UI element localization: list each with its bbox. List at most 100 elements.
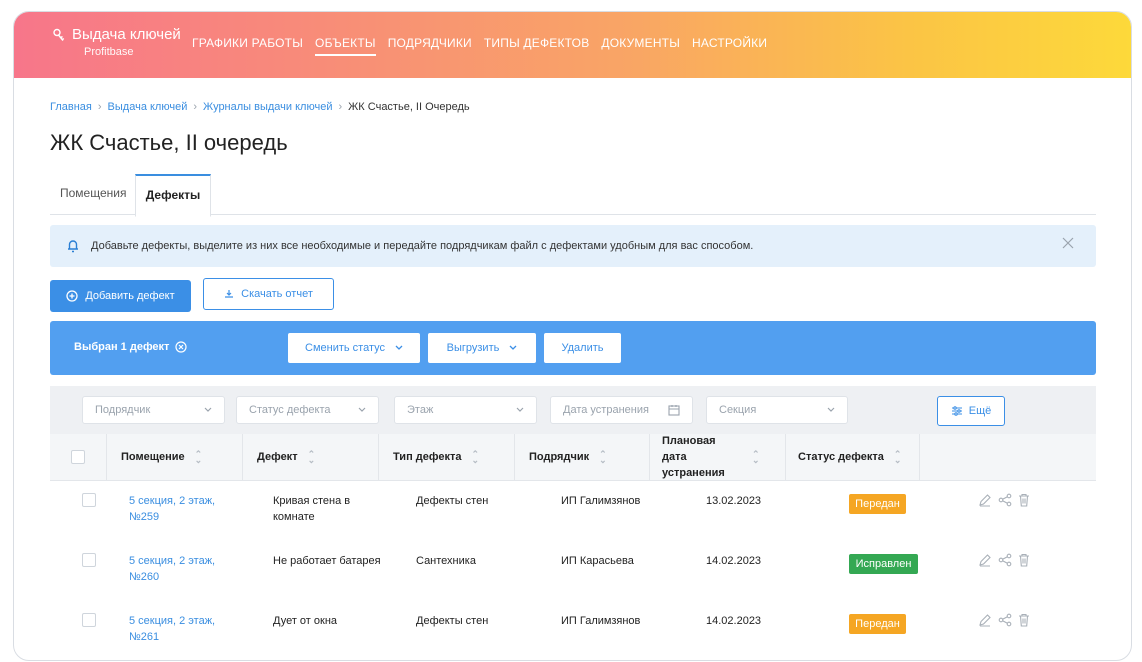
download-report-button[interactable]: Скачать отчет [203,278,334,310]
plus-circle-icon [66,290,78,302]
date-filter[interactable]: Дата устранения [550,396,693,424]
date-cell: 13.02.2023 [706,495,762,507]
row-checkbox[interactable] [82,553,96,567]
date-cell: 14.02.2023 [706,555,762,567]
chevron-right-icon: › [193,101,198,113]
add-defect-button[interactable]: Добавить дефект [50,280,191,312]
type-cell: Сантехника [416,555,476,567]
row-actions [978,613,1030,627]
trash-icon[interactable] [1018,553,1030,567]
contractor-cell: ИП Галимзянов [561,615,641,627]
table-row[interactable]: 5 секция, 2 этаж, №261 Дует от окна Дефе… [50,601,1096,660]
status-badge: Передан [849,614,906,634]
nav-item-schedules[interactable]: ГРАФИКИ РАБОТЫ [192,36,303,56]
table-row[interactable]: 5 секция, 2 этаж, №260 Не работает батар… [50,541,1096,602]
trash-icon[interactable] [1018,613,1030,627]
sort-icon: ⌃ ⌄ [893,449,902,465]
sort-icon: ⌃ ⌄ [599,449,607,465]
clear-selection-icon[interactable] [175,341,188,353]
change-status-button[interactable]: Сменить статус [288,333,420,363]
sort-icon: ⌃ ⌄ [307,449,316,465]
date-cell: 14.02.2023 [706,615,762,627]
export-button[interactable]: Выгрузить [428,333,536,363]
row-checkbox[interactable] [82,613,96,627]
row-actions [978,493,1030,507]
add-defect-label: Добавить дефект [85,290,175,302]
room-link[interactable]: 5 секция, 2 этаж, №259 [129,493,239,525]
edit-icon[interactable] [978,613,992,627]
tab-premises[interactable]: Помещения [60,186,126,200]
info-alert: Добавьте дефекты, выделите из них все не… [50,225,1096,267]
col-header-contractor[interactable]: Подрядчик ⌃ ⌄ [515,434,650,480]
nav-item-objects[interactable]: ОБЪЕКТЫ [315,36,376,56]
export-label: Выгрузить [446,342,500,354]
sliders-icon [951,406,963,416]
chevron-down-icon [204,407,212,413]
more-filters-button[interactable]: Ещё [937,396,1005,426]
share-icon[interactable] [998,493,1012,507]
select-all-checkbox[interactable] [71,450,85,464]
edit-icon[interactable] [978,493,992,507]
chevron-down-icon [509,345,517,351]
app-logo[interactable]: Выдача ключей Profitbase [52,26,181,58]
col-header-room-label: Помещение [121,451,185,463]
app-window: Выдача ключей Profitbase ГРАФИКИ РАБОТЫ … [13,11,1132,661]
contractor-cell: ИП Карасьева [561,555,634,567]
more-filters-label: Ещё [968,405,992,417]
trash-icon[interactable] [1018,493,1030,507]
alert-text: Добавьте дефекты, выделите из них все не… [91,240,754,252]
page-title: ЖК Счастье, II очередь [50,130,288,155]
status-filter[interactable]: Статус дефекта [236,396,379,424]
select-all-cell [50,434,107,480]
defect-cell: Не работает батарея [273,555,381,567]
col-header-date[interactable]: Плановая дата устранения ⌃ ⌄ [650,434,786,480]
col-header-type[interactable]: Тип дефекта ⌃ ⌄ [379,434,515,480]
contractor-filter[interactable]: Подрядчик [82,396,225,424]
section-filter[interactable]: Секция [706,396,848,424]
selection-label: Выбран 1 дефект [74,341,170,353]
nav-item-settings[interactable]: НАСТРОЙКИ [692,36,767,56]
share-icon[interactable] [998,613,1012,627]
chevron-right-icon: › [97,101,102,113]
nav-item-contractors[interactable]: ПОДРЯДЧИКИ [388,36,472,56]
selection-count: Выбран 1 дефект [74,341,188,353]
keys-icon [52,28,66,42]
tab-bar: Помещения Дефекты [50,174,1096,217]
defect-cell: Дует от окна [273,615,338,627]
nav-item-defect-types[interactable]: ТИПЫ ДЕФЕКТОВ [484,36,590,56]
tab-defects[interactable]: Дефекты [135,174,211,217]
status-filter-placeholder: Статус дефекта [249,404,331,416]
close-icon[interactable] [1062,237,1074,249]
col-header-contractor-label: Подрядчик [529,451,590,463]
breadcrumb: Главная › Выдача ключей › Журналы выдачи… [50,101,470,113]
chevron-right-icon: › [338,101,343,113]
breadcrumb-journals[interactable]: Журналы выдачи ключей [203,101,332,113]
floor-filter[interactable]: Этаж [394,396,537,424]
sort-icon: ⌃ ⌄ [752,449,760,465]
table-row[interactable]: 5 секция, 2 этаж, №259 Кривая стена в ко… [50,481,1096,542]
room-link[interactable]: 5 секция, 2 этаж, №260 [129,553,239,585]
delete-label: Удалить [561,342,604,354]
type-cell: Дефекты стен [416,495,489,507]
edit-icon[interactable] [978,553,992,567]
filter-bar: Подрядчик Статус дефекта Этаж Дата устра… [50,386,1096,434]
col-header-defect-label: Дефект [257,451,298,463]
col-header-defect[interactable]: Дефект ⌃ ⌄ [243,434,379,480]
breadcrumb-current: ЖК Счастье, II Очередь [348,101,470,113]
col-header-type-label: Тип дефекта [393,451,462,463]
breadcrumb-home[interactable]: Главная [50,101,92,113]
col-header-room[interactable]: Помещение ⌃ ⌄ [107,434,243,480]
floor-filter-placeholder: Этаж [407,404,434,416]
contractor-filter-placeholder: Подрядчик [95,404,151,416]
delete-button[interactable]: Удалить [544,333,621,363]
nav-item-documents[interactable]: ДОКУМЕНТЫ [601,36,680,56]
share-icon[interactable] [998,553,1012,567]
breadcrumb-key-issue[interactable]: Выдача ключей [108,101,188,113]
col-header-status[interactable]: Статус дефекта ⌃ ⌄ [786,434,920,480]
status-badge: Исправлен [849,554,918,574]
room-link[interactable]: 5 секция, 2 этаж, №261 [129,613,239,645]
app-title: Выдача ключей [72,26,181,43]
date-filter-placeholder: Дата устранения [563,404,649,416]
table-header: Помещение ⌃ ⌄ Дефект ⌃ ⌄ Тип дефекта ⌃ ⌄ По… [50,434,1096,481]
row-checkbox[interactable] [82,493,96,507]
